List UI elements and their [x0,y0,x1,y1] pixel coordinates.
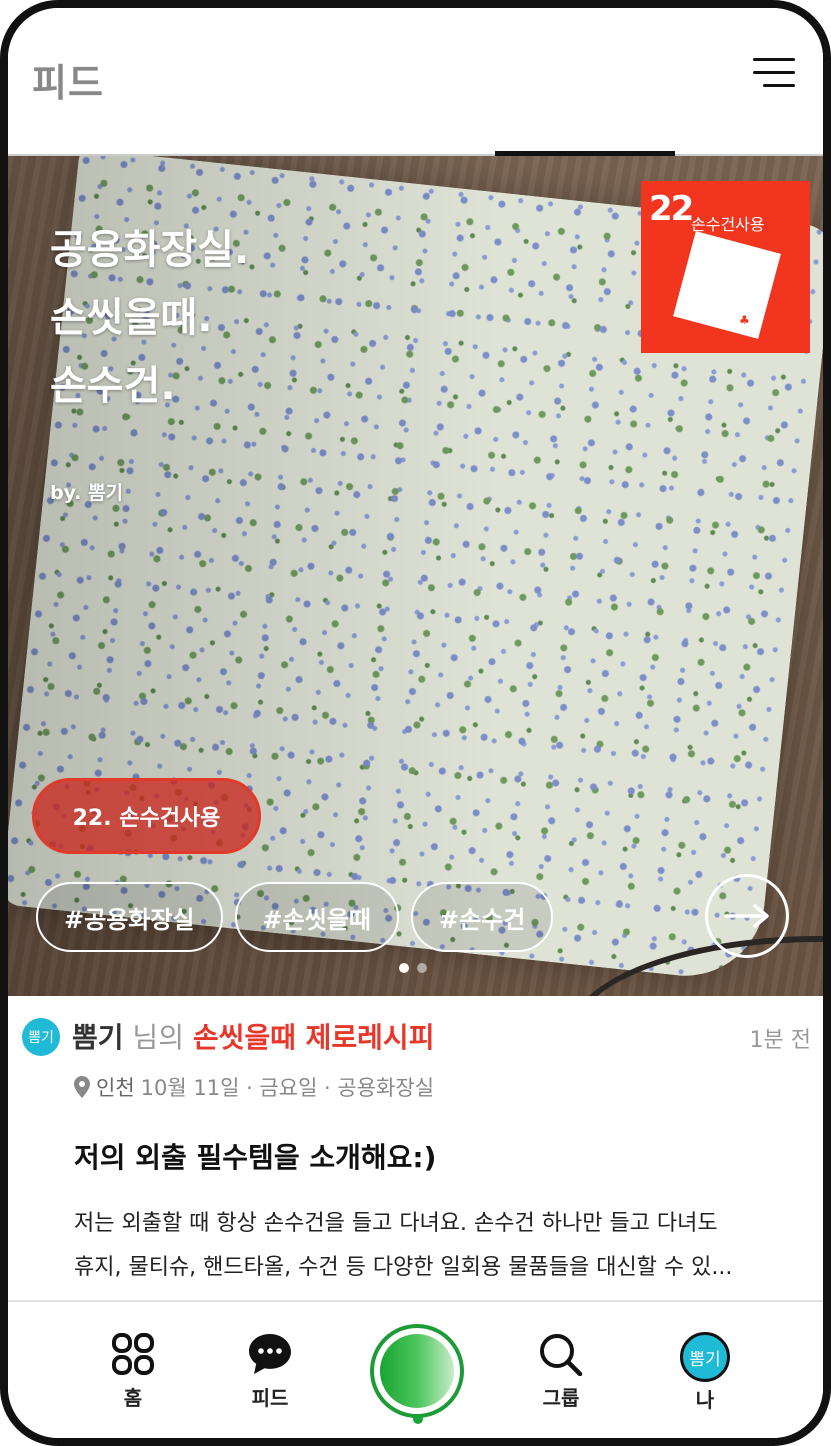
post-meta: 인천 10월 11일 · 금요일 · 공용화장실 [74,1072,434,1102]
chat-bubble-icon [249,1334,291,1374]
post-body[interactable]: 저는 외출할 때 항상 손수건을 들고 다녀요. 손수건 하나만 들고 다녀도 … [74,1202,804,1290]
location-pin-icon [74,1076,90,1098]
post-card[interactable]: 뽐기 뽐기 님의 손씻을때 제로레시피 1분 전 인천 10월 11일 · 금요… [8,996,823,1302]
challenge-badge: 22 손수건사용 ♣ [641,181,810,353]
record-center-button[interactable] [370,1324,464,1418]
hero-author: by. 뽐기 [50,482,124,504]
search-icon [540,1334,583,1376]
hashtag-chip[interactable]: #공용화장실 [36,882,223,952]
post-date-info: 10월 11일 · 금요일 · 공용화장실 [140,1076,435,1100]
bottom-navigation: 홈 피드 그룹 뽐기 나 [8,1302,823,1438]
arrow-right-icon [724,904,769,928]
nav-home[interactable]: 홈 [88,1332,178,1411]
post-timestamp: 1분 전 [749,1028,811,1053]
hero-title: 공용화장실. 손씻을때. 손수건. [50,227,250,409]
center-indicator-dot [413,1414,423,1424]
hashtag-list: #공용화장실 #손씻을때 #손수건 [36,882,554,952]
post-author[interactable]: 뽐기 [72,1021,124,1054]
avatar: 뽐기 [680,1332,730,1382]
feed-hero-card[interactable]: 공용화장실. 손씻을때. 손수건. by. 뽐기 22 손수건사용 ♣ 22. … [8,156,823,996]
avatar[interactable]: 뽐기 [22,1018,60,1056]
nav-me[interactable]: 뽐기 나 [660,1332,750,1413]
next-arrow-button[interactable] [705,874,789,958]
post-body-line: 저는 외출할 때 항상 손수건을 들고 다녀요. 손수건 하나만 들고 다녀도 [74,1211,718,1236]
carousel-dot [417,963,427,973]
carousel-indicator [399,963,427,973]
app-header: 피드 [8,8,823,158]
badge-label: 손수건사용 [691,215,765,234]
page-title: 피드 [32,61,104,105]
hashtag-chip[interactable]: #손수건 [410,882,554,952]
post-heading: 뽐기 님의 손씻을때 제로레시피 [72,1016,434,1056]
carousel-dot-active [399,963,409,973]
post-recipe-name[interactable]: 손씻을때 제로레시피 [193,1021,435,1054]
nav-group[interactable]: 그룹 [516,1332,606,1411]
hamburger-menu-icon[interactable] [753,58,795,88]
post-city: 인천 [96,1076,135,1100]
phone-frame: 피드 공용화장실. 손씻을때. 손수건. by. 뽐기 22 손수건사용 ♣ 2… [0,0,831,1446]
nav-home-label: 홈 [123,1386,143,1410]
nav-me-label: 나 [695,1388,715,1412]
nav-feed[interactable]: 피드 [225,1332,315,1411]
grid-icon [112,1333,154,1375]
hashtag-chip[interactable]: #손씻을때 [234,882,399,952]
badge-number: 22 [649,189,694,229]
post-title[interactable]: 저의 외출 필수템을 소개해요:) [74,1136,436,1176]
nav-group-label: 그룹 [542,1386,580,1410]
post-author-suffix: 님의 [123,1021,193,1054]
handkerchief-icon [673,231,781,339]
leaf-icon: ♣ [739,313,750,327]
challenge-chip[interactable]: 22. 손수건사용 [32,778,261,854]
record-button-fill [380,1334,454,1408]
post-body-line: 휴지, 물티슈, 핸드타올, 수건 등 다양한 일회용 물품들을 대신할 수 있… [74,1255,733,1280]
nav-feed-label: 피드 [251,1386,289,1410]
